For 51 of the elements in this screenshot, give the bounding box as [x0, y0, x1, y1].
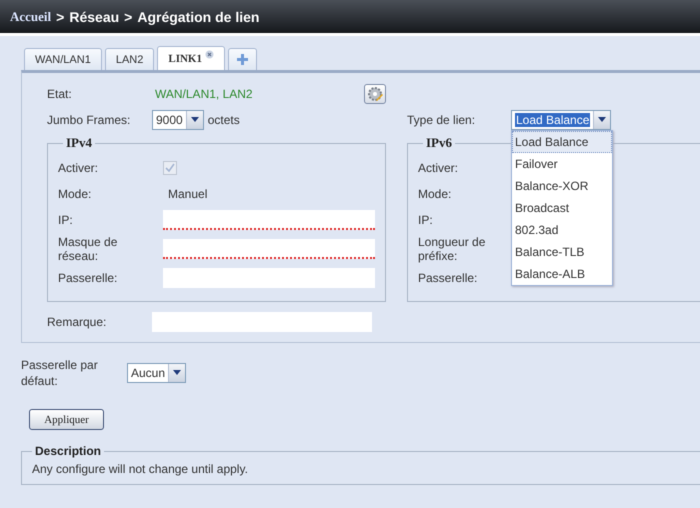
jumbo-frames-select[interactable]: 9000: [152, 110, 204, 130]
dropdown-option[interactable]: Balance-ALB: [512, 263, 612, 285]
dropdown-option[interactable]: Failover: [512, 153, 612, 175]
close-icon[interactable]: [204, 50, 214, 59]
caret-icon: [598, 117, 606, 123]
field-label: IP:: [58, 213, 74, 227]
field-label: Jumbo Frames:: [47, 113, 132, 127]
unit-label: octets: [208, 113, 240, 127]
field-label: Mode:: [58, 187, 92, 201]
settings-button[interactable]: [364, 84, 386, 104]
field-label: Masque de réseau:: [58, 235, 118, 263]
caret-icon: [190, 117, 199, 123]
tab[interactable]: WAN/LAN1: [24, 48, 102, 70]
breadcrumb-item: Agrégation de lien: [137, 8, 260, 24]
input-field[interactable]: [163, 239, 375, 259]
breadcrumb-separator: >: [56, 8, 64, 24]
field-label: Longueur de préfixe:: [418, 235, 486, 263]
caret-icon: [173, 370, 182, 376]
plus-icon: [236, 54, 248, 65]
description-text: Any configure will not change until apply.: [32, 462, 249, 476]
section-title: Description: [34, 444, 102, 458]
field-label: Activer:: [418, 161, 460, 175]
input-field[interactable]: [163, 268, 375, 288]
dropdown-option[interactable]: 802.3ad: [512, 219, 612, 241]
tab[interactable]: LINK1: [157, 46, 225, 70]
section-title: IPv4: [65, 135, 93, 151]
field-label: Type de lien:: [407, 113, 476, 127]
dropdown-option[interactable]: Broadcast: [512, 197, 612, 219]
breadcrumb-item[interactable]: Accueil: [10, 8, 52, 24]
field-label: IP:: [418, 213, 434, 227]
remark-field[interactable]: [152, 312, 372, 332]
status-value: WAN/LAN1, LAN2: [155, 87, 253, 101]
breadcrumb-item[interactable]: Réseau: [69, 8, 120, 24]
input-field[interactable]: [163, 210, 375, 230]
default-gateway-select[interactable]: Aucun: [127, 363, 186, 383]
dropdown-option[interactable]: Balance-XOR: [512, 175, 612, 197]
field-label: Passerelle par défaut:: [21, 357, 99, 389]
add-tab-button[interactable]: [228, 48, 257, 70]
mode-value: Manuel: [168, 187, 208, 201]
section-title: IPv6: [425, 135, 453, 151]
breadcrumb-separator: >: [124, 8, 132, 24]
field-label: Passerelle:: [58, 271, 118, 285]
dropdown-option[interactable]: Load Balance: [512, 131, 612, 153]
dropdown-option[interactable]: Balance-TLB: [512, 241, 612, 263]
field-label: Activer:: [58, 161, 100, 175]
field-label: Etat:: [47, 87, 73, 101]
apply-button[interactable]: Appliquer: [29, 409, 104, 430]
field-label: Mode:: [418, 187, 452, 201]
field-label: Passerelle:: [418, 271, 478, 285]
field-label: Remarque:: [47, 315, 108, 329]
tab[interactable]: LAN2: [104, 48, 154, 70]
